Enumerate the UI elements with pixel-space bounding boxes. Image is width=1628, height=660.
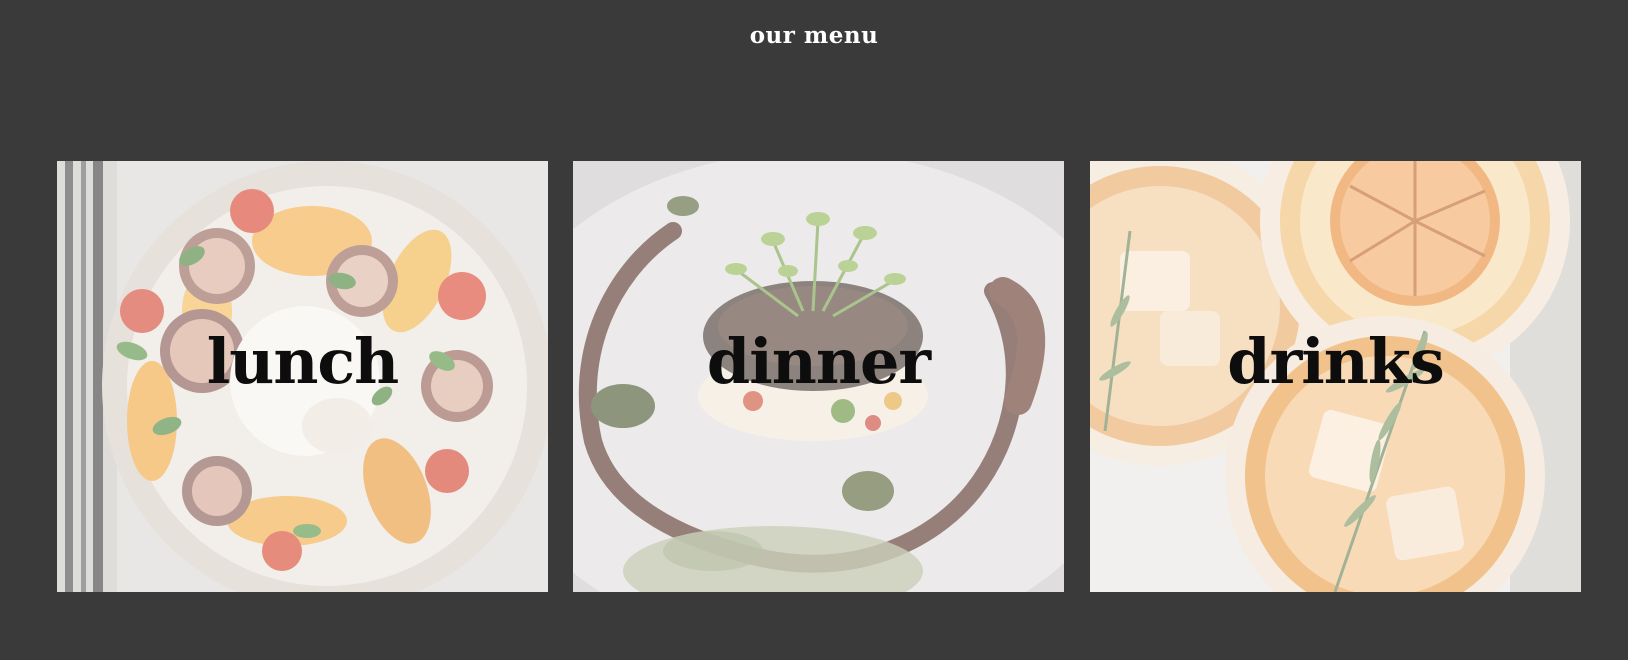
menu-card-label: dinner [706, 325, 931, 398]
menu-card-label: drinks [1227, 325, 1445, 398]
menu-card-label: lunch [206, 325, 400, 398]
menu-card-dinner[interactable]: dinner [573, 161, 1064, 592]
menu-card-lunch[interactable]: lunch [57, 161, 548, 592]
page-title: our menu [749, 22, 879, 49]
menu-card-drinks[interactable]: drinks [1090, 161, 1581, 592]
